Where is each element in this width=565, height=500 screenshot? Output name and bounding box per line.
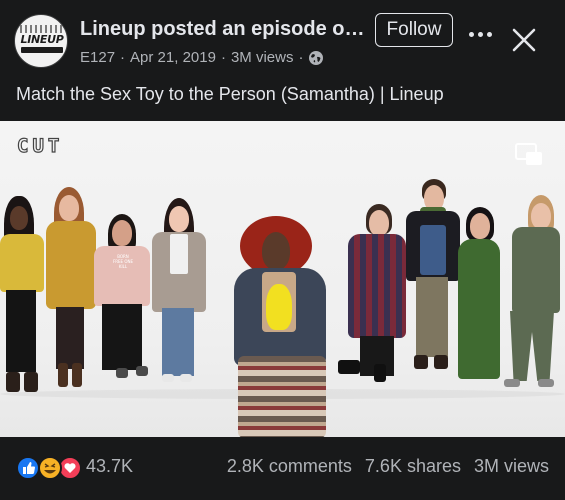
face [262, 232, 290, 270]
shoe [162, 374, 174, 382]
jumpsuit-legs [510, 311, 554, 381]
shoe [24, 372, 38, 392]
person-figure [150, 198, 208, 388]
video-player[interactable]: CUT BORN FREE ONE KILL [0, 121, 565, 437]
legs [6, 290, 36, 372]
green-dress [458, 239, 500, 379]
shirt-print: BORN FREE ONE KILL [112, 254, 134, 269]
person-figure [44, 187, 98, 397]
post-date[interactable]: Apr 21, 2019 [130, 49, 216, 66]
jeans [162, 308, 194, 376]
shares-count[interactable]: 7.6K shares [365, 456, 461, 477]
more-dot [477, 31, 483, 37]
meta-separator: · [298, 49, 304, 66]
legs [56, 307, 84, 369]
cut-watermark: CUT [16, 134, 64, 157]
engagement-stats: 2.8K comments 7.6K shares 3M views [227, 456, 549, 477]
boot [72, 363, 82, 387]
shoe [434, 355, 448, 369]
avatar-logo-text: LINEUP [20, 33, 64, 46]
face [112, 220, 132, 246]
person-figure [452, 207, 504, 387]
legs [102, 304, 142, 370]
more-dot [486, 31, 492, 37]
torso [0, 234, 44, 292]
shoe [136, 366, 148, 376]
views-count: 3M views [473, 456, 549, 476]
post-header: LINEUP Lineup posted an episode of... E1… [0, 0, 565, 76]
face [369, 210, 389, 236]
post-meta: E127 · Apr 21, 2019 · 3M views · [80, 49, 324, 66]
close-icon[interactable] [510, 26, 538, 54]
vest [420, 225, 446, 275]
love-icon [58, 456, 82, 480]
shoe [180, 374, 192, 382]
follow-button[interactable]: Follow [375, 13, 453, 47]
more-dot [468, 31, 474, 37]
person-figure [338, 204, 408, 394]
boot [338, 360, 360, 374]
post-footer: 43.7K 2.8K comments 7.6K shares 3M views [0, 448, 565, 488]
person-figure-center [226, 216, 338, 437]
haha-icon [38, 456, 62, 480]
post-title[interactable]: Lineup posted an episode of... [80, 18, 365, 41]
khaki-pants [416, 277, 448, 357]
reaction-count[interactable]: 43.7K [86, 456, 133, 477]
shoe [116, 368, 128, 378]
face [470, 213, 490, 239]
reaction-icons[interactable] [16, 456, 84, 480]
yellow-toy [266, 284, 292, 330]
episode-number[interactable]: E127 [80, 49, 115, 66]
person-figure [504, 195, 562, 391]
face [169, 206, 189, 232]
avatar-people-graphic [20, 25, 64, 33]
avatar-logo-bar [21, 47, 63, 53]
meta-separator: · [220, 49, 226, 66]
boot [374, 364, 386, 382]
patterned-skirt [238, 356, 326, 437]
dress [46, 221, 96, 309]
face [59, 195, 79, 221]
jumpsuit [512, 227, 560, 313]
shoe [538, 379, 554, 387]
post-caption: Match the Sex Toy to the Person (Samanth… [16, 84, 444, 104]
video-post: LINEUP Lineup posted an episode of... E1… [0, 0, 565, 500]
shoe [6, 372, 20, 392]
shoe [414, 355, 428, 369]
more-icon[interactable] [464, 22, 496, 46]
comments-count[interactable]: 2.8K comments [227, 456, 352, 477]
meta-separator: · [120, 49, 126, 66]
picture-in-picture-icon[interactable] [514, 142, 544, 168]
person-figure [0, 196, 50, 396]
boot [58, 363, 68, 387]
face [531, 203, 551, 229]
page-avatar[interactable]: LINEUP [14, 14, 68, 68]
like-icon [16, 456, 40, 480]
face [10, 206, 28, 230]
person-figure: BORN FREE ONE KILL [94, 214, 150, 389]
plaid-dress [348, 234, 406, 338]
view-count: 3M views [230, 49, 294, 66]
shoe [504, 379, 520, 387]
top [170, 234, 188, 274]
globe-icon[interactable] [308, 50, 324, 66]
